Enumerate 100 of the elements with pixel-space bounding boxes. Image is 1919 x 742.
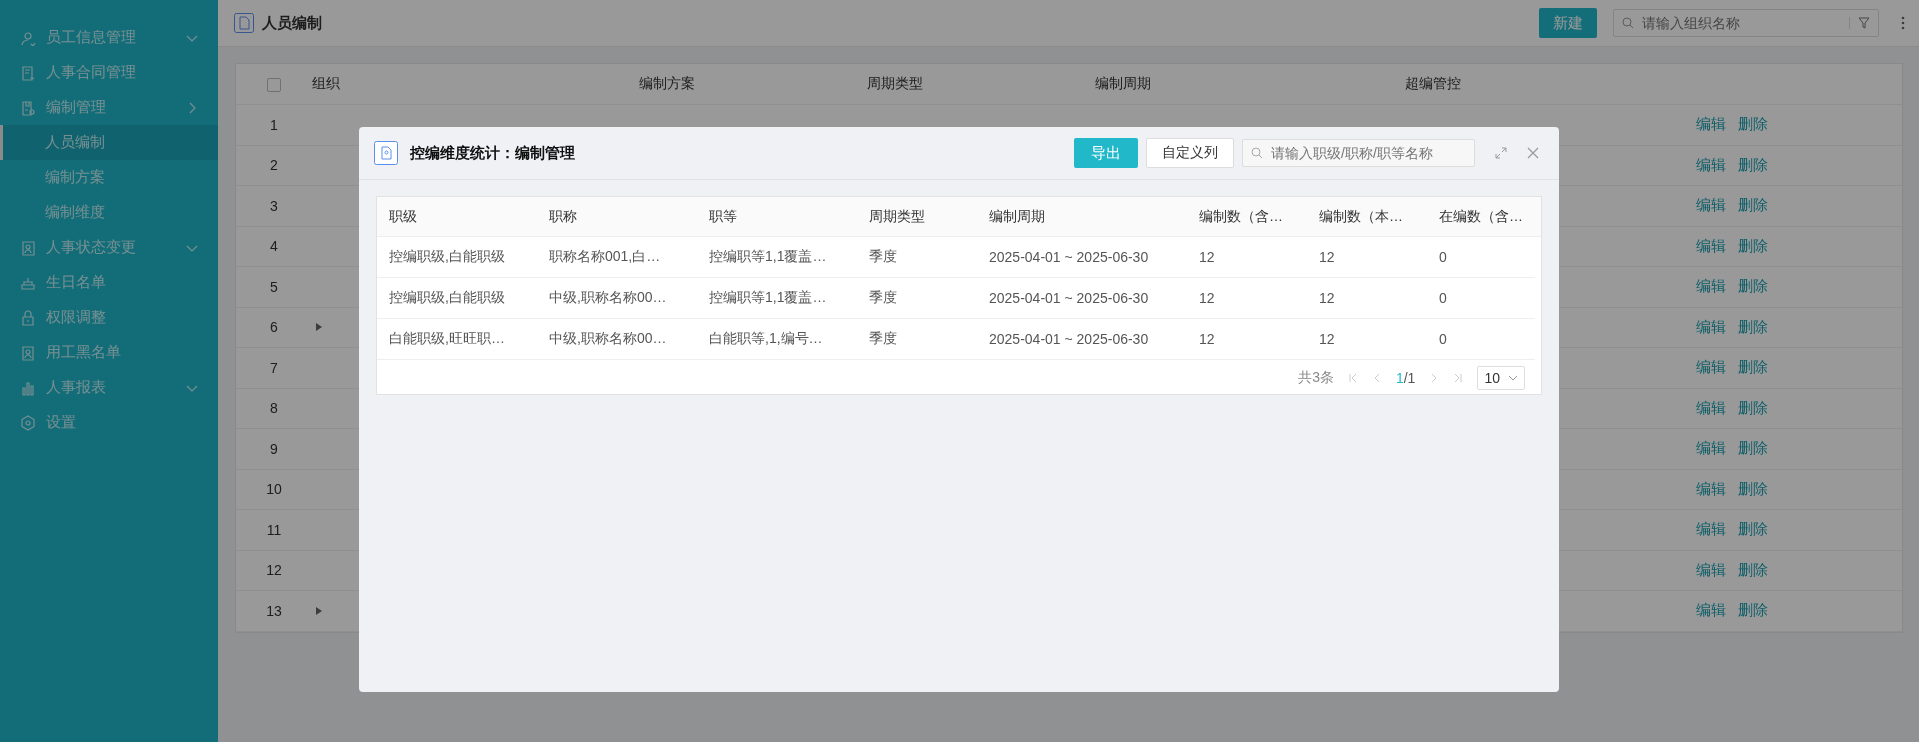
table-cell: 12 [1319, 249, 1335, 265]
delete-link[interactable]: 删除 [1738, 317, 1768, 337]
sidebar-item[interactable]: 生日名单 [0, 265, 218, 300]
menu-item-icon [20, 99, 36, 116]
checkbox[interactable] [267, 78, 281, 93]
delete-link[interactable]: 删除 [1738, 277, 1768, 297]
edit-link[interactable]: 编辑 [1696, 358, 1726, 378]
edit-link[interactable]: 编辑 [1696, 277, 1726, 297]
edit-link[interactable]: 编辑 [1696, 479, 1726, 499]
export-button[interactable]: 导出 [1074, 138, 1138, 168]
search-icon [1251, 147, 1263, 159]
table-cell: 2025-04-01 ~ 2025-06-30 [989, 290, 1149, 306]
table-cell: 12 [1319, 331, 1335, 347]
sidebar-item[interactable]: 用工黑名单 [0, 335, 218, 370]
table-cell: 12 [1199, 331, 1215, 347]
delete-link[interactable]: 删除 [1738, 601, 1768, 621]
edit-link[interactable]: 编辑 [1696, 601, 1726, 621]
delete-link[interactable]: 删除 [1738, 358, 1768, 378]
edit-link[interactable]: 编辑 [1696, 439, 1726, 459]
table-cell: 中级,职称名称00… [549, 289, 667, 305]
row-number: 3 [270, 197, 278, 214]
delete-link[interactable]: 删除 [1738, 560, 1768, 580]
page-title: 人员编制 [262, 13, 322, 33]
more-icon[interactable] [1901, 16, 1905, 30]
table-cell: 白能职级,旺旺职… [389, 330, 505, 346]
delete-link[interactable]: 删除 [1738, 236, 1768, 256]
column-header: 在编数（含… [1439, 207, 1523, 224]
search-box[interactable]: 请输入职级/职称/职等名称 [1242, 139, 1475, 167]
row-number: 6 [270, 319, 278, 336]
menu-item-icon [20, 239, 36, 256]
page-count: /1 [1403, 370, 1416, 386]
search-field[interactable]: 请输入职级/职称/职等名称 [1269, 144, 1466, 162]
menu-item-icon [20, 64, 36, 81]
delete-link[interactable]: 删除 [1738, 520, 1768, 540]
sidebar-item[interactable]: 人事合同管理 [0, 55, 218, 90]
expand-icon[interactable] [316, 323, 322, 332]
column-header: 编制周期 [1095, 75, 1151, 91]
row-number: 7 [270, 359, 278, 376]
table-cell: 职称名称001,白… [549, 248, 661, 264]
sidebar-subitem[interactable]: 人员编制 [0, 125, 218, 160]
delete-link[interactable]: 删除 [1738, 155, 1768, 175]
column-header: 职级 [389, 207, 417, 224]
row-number: 10 [266, 481, 282, 498]
total-count: 共3条 [1298, 369, 1334, 387]
sidebar-item[interactable]: 权限调整 [0, 300, 218, 335]
table-cell: 0 [1439, 249, 1447, 265]
table-cell: 控编职等1,1覆盖… [709, 289, 827, 305]
column-header: 编制数（含… [1199, 207, 1283, 224]
sidebar-subitem[interactable]: 编制方案 [0, 160, 218, 195]
expand-icon[interactable] [316, 606, 322, 615]
table-cell: 白能职等,1,编号… [709, 330, 823, 346]
sidebar-item[interactable]: 员工信息管理 [0, 20, 218, 55]
sidebar-item[interactable]: 人事状态变更 [0, 230, 218, 265]
table-cell: 12 [1319, 290, 1335, 306]
table-cell: 2025-04-01 ~ 2025-06-30 [989, 249, 1149, 265]
row-number: 8 [270, 400, 278, 417]
search-field[interactable]: 请输入组织名称 [1640, 14, 1843, 32]
row-number: 4 [270, 238, 278, 255]
table-cell: 季度 [869, 248, 897, 264]
column-header: 超编管控 [1405, 75, 1461, 91]
menu-item-icon [20, 29, 36, 46]
row-number: 9 [270, 440, 278, 457]
column-header: 编制数（本… [1319, 207, 1403, 224]
table-cell: 2025-04-01 ~ 2025-06-30 [989, 331, 1149, 347]
row-number: 11 [266, 521, 282, 538]
row-number: 13 [266, 602, 282, 619]
edit-link[interactable]: 编辑 [1696, 520, 1726, 540]
sidebar-subitem[interactable]: 编制维度 [0, 195, 218, 230]
table-cell: 季度 [869, 289, 897, 305]
delete-link[interactable]: 删除 [1738, 115, 1768, 135]
edit-link[interactable]: 编辑 [1696, 236, 1726, 256]
sidebar-item[interactable]: 编制管理 [0, 90, 218, 125]
sidebar-item[interactable]: 人事报表 [0, 370, 218, 405]
caret-icon [1508, 373, 1518, 383]
delete-link[interactable]: 删除 [1738, 479, 1768, 499]
page-size-select[interactable]: 10 [1477, 366, 1525, 390]
edit-link[interactable]: 编辑 [1696, 317, 1726, 337]
delete-link[interactable]: 删除 [1738, 439, 1768, 459]
delete-link[interactable]: 删除 [1738, 196, 1768, 216]
edit-link[interactable]: 编辑 [1696, 196, 1726, 216]
filter-icon[interactable] [1849, 17, 1870, 29]
table-cell: 中级,职称名称00… [549, 330, 667, 346]
custom-columns-button[interactable]: 自定义列 [1146, 138, 1234, 168]
search-box[interactable]: 请输入组织名称 [1613, 9, 1879, 37]
maximize-icon[interactable] [1495, 147, 1507, 159]
edit-link[interactable]: 编辑 [1696, 398, 1726, 418]
new-button[interactable]: 新建 [1539, 8, 1597, 38]
edit-link[interactable]: 编辑 [1696, 155, 1726, 175]
menu-item-icon [20, 309, 36, 326]
delete-link[interactable]: 删除 [1738, 398, 1768, 418]
row-number: 5 [270, 278, 278, 295]
document-icon [374, 141, 398, 165]
column-header: 编制周期 [989, 207, 1045, 224]
close-icon[interactable] [1527, 147, 1539, 159]
column-header: 组织 [312, 75, 340, 93]
edit-link[interactable]: 编辑 [1696, 115, 1726, 135]
edit-link[interactable]: 编辑 [1696, 560, 1726, 580]
column-header: 周期类型 [867, 75, 923, 91]
sidebar-item[interactable]: 设置 [0, 405, 218, 440]
column-header: 职称 [549, 207, 577, 224]
